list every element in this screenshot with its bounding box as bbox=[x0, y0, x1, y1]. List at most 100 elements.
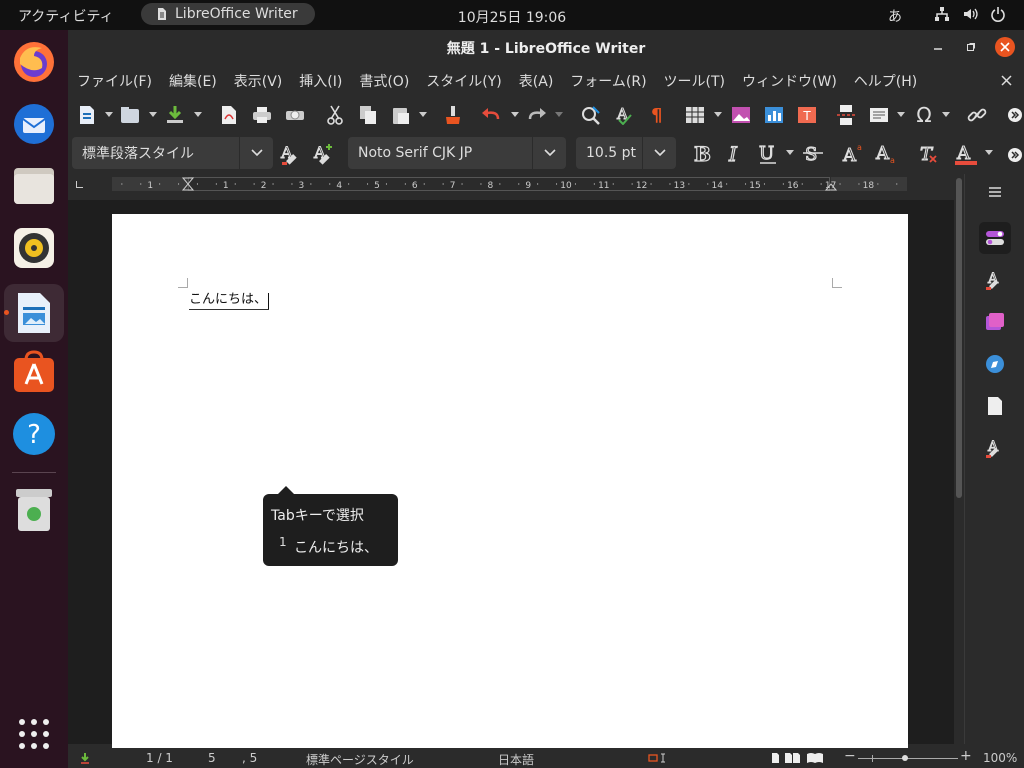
word-count[interactable]: 5 bbox=[208, 751, 216, 765]
clock[interactable]: 10月25日 19:06 bbox=[458, 10, 566, 26]
autocomplete-popup[interactable]: Tabキーで選択 1 こんにちは、 bbox=[263, 486, 398, 566]
menu-file[interactable]: ファイル(F) bbox=[77, 71, 152, 91]
insert-field-icon[interactable] bbox=[868, 104, 890, 126]
rhythmbox-icon[interactable] bbox=[10, 224, 58, 272]
suggestion-item[interactable]: こんにちは、 bbox=[294, 537, 378, 557]
properties-icon[interactable] bbox=[979, 222, 1011, 254]
software-icon[interactable] bbox=[10, 348, 58, 396]
menu-insert[interactable]: 挿入(I) bbox=[299, 71, 342, 91]
page-style[interactable]: 標準ページスタイル bbox=[306, 751, 414, 768]
styles-icon[interactable]: A bbox=[979, 264, 1011, 296]
new-document-icon[interactable] bbox=[76, 104, 98, 126]
language[interactable]: 日本語 bbox=[498, 751, 534, 768]
activities-button[interactable]: アクティビティ bbox=[18, 6, 114, 26]
left-indent-marker[interactable] bbox=[182, 177, 194, 191]
insert-chart-icon[interactable] bbox=[763, 104, 785, 126]
menu-edit[interactable]: 編集(E) bbox=[169, 71, 217, 91]
menu-table[interactable]: 表(A) bbox=[519, 71, 554, 91]
insert-mode-icon[interactable] bbox=[648, 753, 668, 763]
spelling-icon[interactable]: A bbox=[613, 104, 635, 126]
font-color-icon[interactable]: A bbox=[954, 142, 978, 166]
network-icon[interactable] bbox=[934, 6, 950, 22]
insert-image-icon[interactable] bbox=[730, 104, 752, 126]
menu-view[interactable]: 表示(V) bbox=[234, 71, 283, 91]
zoom-level[interactable]: 100% bbox=[983, 751, 1017, 765]
special-char-dropdown-arrow[interactable] bbox=[942, 112, 950, 117]
field-dropdown-arrow[interactable] bbox=[897, 112, 905, 117]
bold-icon[interactable]: B bbox=[690, 141, 714, 166]
strikethrough-icon[interactable]: S bbox=[801, 142, 825, 166]
table-dropdown-arrow[interactable] bbox=[714, 112, 722, 117]
navigator-icon[interactable] bbox=[979, 348, 1011, 380]
copy-icon[interactable] bbox=[357, 104, 379, 126]
zoom-slider[interactable] bbox=[858, 758, 958, 759]
page-icon[interactable] bbox=[979, 390, 1011, 422]
menu-tools[interactable]: ツール(T) bbox=[664, 71, 725, 91]
insert-table-icon[interactable] bbox=[684, 104, 706, 126]
app-menu-button[interactable]: LibreOffice Writer bbox=[141, 3, 315, 25]
export-pdf-icon[interactable] bbox=[218, 104, 240, 126]
print-icon[interactable] bbox=[251, 104, 273, 126]
vertical-scrollbar-thumb[interactable] bbox=[956, 178, 962, 498]
chevron-down-icon[interactable] bbox=[532, 137, 566, 169]
zoom-slider-thumb[interactable] bbox=[902, 755, 908, 761]
volume-icon[interactable] bbox=[962, 6, 978, 22]
tab-stop-selector[interactable] bbox=[76, 181, 83, 188]
document-text[interactable]: こんにちは、 bbox=[189, 292, 270, 310]
page-count[interactable]: 1 / 1 bbox=[146, 751, 173, 765]
trash-icon[interactable] bbox=[10, 486, 58, 534]
files-icon[interactable] bbox=[10, 162, 58, 210]
input-method-indicator[interactable]: あ bbox=[888, 6, 902, 26]
firefox-icon[interactable] bbox=[10, 38, 58, 86]
paste-icon[interactable] bbox=[390, 104, 412, 126]
redo-icon[interactable] bbox=[526, 104, 548, 126]
new-style-icon[interactable]: A bbox=[312, 143, 334, 165]
paragraph-style-box[interactable]: 標準段落スタイル bbox=[72, 137, 273, 169]
zoom-out-icon[interactable]: − bbox=[844, 748, 856, 764]
zoom-in-icon[interactable]: + bbox=[960, 748, 972, 764]
underline-dropdown-arrow[interactable] bbox=[786, 150, 794, 155]
power-icon[interactable] bbox=[990, 6, 1006, 22]
maximize-button[interactable] bbox=[961, 37, 981, 57]
document-page[interactable]: こんにちは、 bbox=[112, 214, 908, 754]
apps-grid-icon[interactable] bbox=[10, 710, 58, 758]
more-tools-icon[interactable] bbox=[1004, 104, 1024, 126]
font-color-dropdown-arrow[interactable] bbox=[985, 150, 993, 155]
print-preview-icon[interactable] bbox=[284, 104, 306, 126]
redo-dropdown-arrow[interactable] bbox=[555, 112, 563, 117]
superscript-icon[interactable]: Aa bbox=[841, 142, 866, 167]
close-button[interactable] bbox=[995, 37, 1015, 57]
open-dropdown-arrow[interactable] bbox=[149, 112, 157, 117]
more-formatting-icon[interactable] bbox=[1004, 144, 1024, 166]
find-replace-icon[interactable] bbox=[580, 104, 602, 126]
chevron-down-icon[interactable] bbox=[239, 137, 273, 169]
undo-dropdown-arrow[interactable] bbox=[511, 112, 519, 117]
cut-icon[interactable] bbox=[324, 104, 346, 126]
hyperlink-icon[interactable] bbox=[966, 104, 988, 126]
close-document-icon[interactable] bbox=[1001, 75, 1012, 86]
right-indent-marker[interactable] bbox=[825, 177, 837, 191]
thunderbird-icon[interactable] bbox=[10, 100, 58, 148]
underline-icon[interactable]: U bbox=[756, 142, 780, 166]
minimize-button[interactable] bbox=[928, 37, 948, 57]
menu-form[interactable]: フォーム(R) bbox=[570, 71, 646, 91]
save-dropdown-arrow[interactable] bbox=[194, 112, 202, 117]
view-layout-icons[interactable] bbox=[771, 752, 825, 764]
menu-help[interactable]: ヘルプ(H) bbox=[854, 71, 917, 91]
new-dropdown-arrow[interactable] bbox=[105, 112, 113, 117]
font-name-box[interactable]: Noto Serif CJK JP bbox=[348, 137, 566, 169]
clear-formatting-icon[interactable]: T bbox=[917, 142, 941, 166]
special-character-icon[interactable]: Ω bbox=[913, 104, 935, 126]
chevron-down-icon[interactable] bbox=[642, 137, 676, 169]
writer-icon[interactable] bbox=[4, 284, 64, 342]
help-icon[interactable]: ? bbox=[10, 410, 58, 458]
font-size-box[interactable]: 10.5 pt bbox=[576, 137, 676, 169]
insert-textbox-icon[interactable]: T bbox=[796, 104, 818, 126]
undo-icon[interactable] bbox=[480, 104, 502, 126]
menu-window[interactable]: ウィンドウ(W) bbox=[742, 71, 837, 91]
paste-dropdown-arrow[interactable] bbox=[419, 112, 427, 117]
insert-page-break-icon[interactable] bbox=[835, 104, 857, 126]
character-count[interactable]: , 5 bbox=[242, 751, 257, 765]
menu-format[interactable]: 書式(O) bbox=[359, 71, 409, 91]
menu-styles[interactable]: スタイル(Y) bbox=[426, 71, 501, 91]
